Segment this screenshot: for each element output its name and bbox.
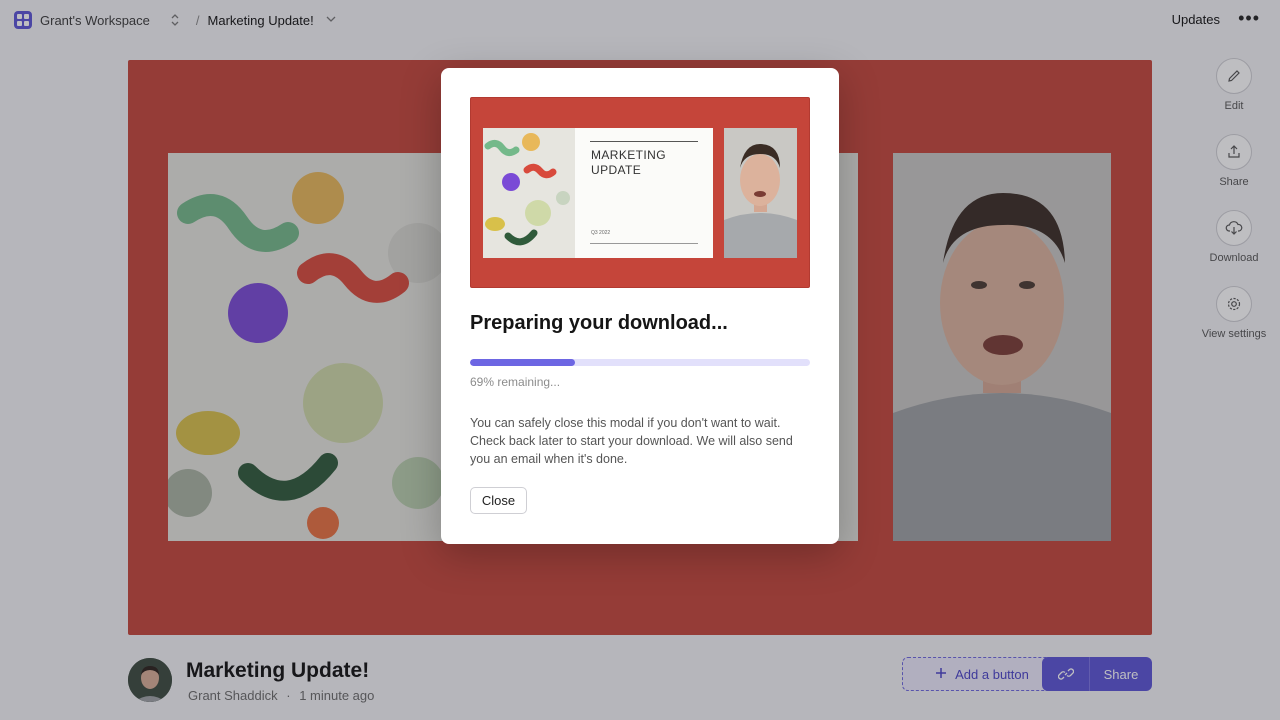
preview-slide: MARKETING UPDATE Q3 2022 <box>483 128 713 258</box>
preview-presenter <box>724 128 797 258</box>
download-progress-bar <box>470 359 810 366</box>
slide-title-line1: MARKETING <box>591 148 666 162</box>
download-modal: MARKETING UPDATE Q3 2022 Preparing your … <box>441 68 839 544</box>
close-button[interactable]: Close <box>470 487 527 514</box>
slide-title-line2: UPDATE <box>591 163 642 177</box>
download-preview: MARKETING UPDATE Q3 2022 <box>470 97 810 288</box>
modal-body: You can safely close this modal if you d… <box>470 416 793 466</box>
modal-title: Preparing your download... <box>470 312 728 334</box>
progress-text: 69% remaining... <box>470 375 561 389</box>
preview-slide-photo <box>483 128 575 258</box>
preview-slide-date: Q3 2022 <box>591 230 611 236</box>
slide-rule-bottom <box>590 243 698 244</box>
preview-slide-title: MARKETING UPDATE <box>591 148 666 178</box>
progress-fill <box>470 359 576 366</box>
slide-rule-top <box>590 141 698 142</box>
